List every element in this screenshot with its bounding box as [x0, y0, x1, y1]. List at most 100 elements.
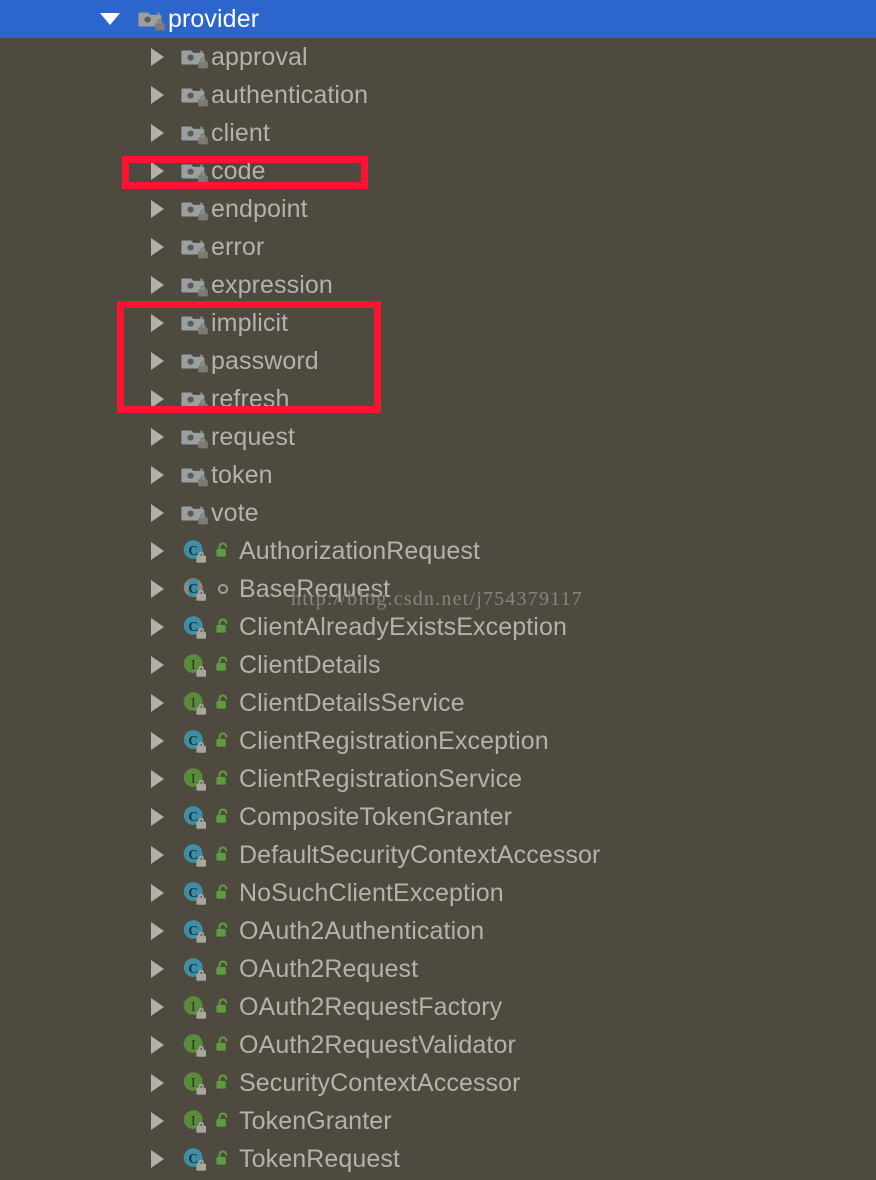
chevron-right-icon[interactable]: [145, 494, 171, 532]
tree-row[interactable]: I SecurityContextAccessor: [0, 1064, 876, 1102]
public-unlock-icon: [213, 616, 235, 638]
tree-row-label: TokenRequest: [239, 1145, 401, 1173]
tree-row-label: expression: [211, 271, 333, 299]
public-unlock-icon: [213, 1072, 235, 1094]
chevron-right-icon[interactable]: [145, 304, 171, 342]
tree-row[interactable]: C OAuth2Request: [0, 950, 876, 988]
interface-icon: I: [181, 1031, 209, 1059]
tree-row[interactable]: C AuthorizationRequest: [0, 532, 876, 570]
public-unlock-icon: [213, 920, 235, 942]
chevron-down-icon[interactable]: [98, 0, 124, 38]
chevron-right-icon[interactable]: [145, 76, 171, 114]
tree-row[interactable]: refresh: [0, 380, 876, 418]
tree-row[interactable]: I ClientDetails: [0, 646, 876, 684]
svg-text:C: C: [188, 961, 198, 976]
svg-text:C: C: [188, 1151, 198, 1166]
tree-row-label: ClientRegistrationException: [239, 727, 549, 755]
tree-row-label: AuthorizationRequest: [239, 537, 481, 565]
class-icon: C: [181, 803, 209, 831]
tree-row[interactable]: C ClientRegistrationException: [0, 722, 876, 760]
tree-row[interactable]: provider: [0, 0, 876, 38]
package-folder-icon: [181, 81, 209, 109]
tree-row[interactable]: I OAuth2RequestFactory: [0, 988, 876, 1026]
tree-row-label: OAuth2Request: [239, 955, 419, 983]
chevron-right-icon[interactable]: [145, 418, 171, 456]
tree-row-label: refresh: [211, 385, 290, 413]
chevron-right-icon[interactable]: [145, 570, 171, 608]
class-icon: C: [181, 537, 209, 565]
class-icon: C: [181, 613, 209, 641]
tree-row[interactable]: password: [0, 342, 876, 380]
tree-row-label: approval: [211, 43, 308, 71]
tree-row[interactable]: C OAuth2Authentication: [0, 912, 876, 950]
tree-row[interactable]: I OAuth2RequestValidator: [0, 1026, 876, 1064]
chevron-right-icon[interactable]: [145, 342, 171, 380]
tree-row[interactable]: C TokenRequest: [0, 1140, 876, 1178]
chevron-right-icon[interactable]: [145, 38, 171, 76]
chevron-right-icon[interactable]: [145, 608, 171, 646]
chevron-right-icon[interactable]: [145, 1102, 171, 1140]
tree-row-label: authentication: [211, 81, 369, 109]
chevron-right-icon[interactable]: [145, 1026, 171, 1064]
chevron-right-icon[interactable]: [145, 684, 171, 722]
package-folder-icon: [181, 385, 209, 413]
chevron-right-icon[interactable]: [145, 114, 171, 152]
tree-row[interactable]: code: [0, 152, 876, 190]
public-unlock-icon: [213, 1110, 235, 1132]
chevron-right-icon[interactable]: [145, 798, 171, 836]
interface-icon: I: [181, 993, 209, 1021]
tree-row-label: request: [211, 423, 296, 451]
svg-text:C: C: [188, 581, 198, 596]
tree-row-label: ClientDetails: [239, 651, 381, 679]
chevron-right-icon[interactable]: [145, 722, 171, 760]
chevron-right-icon[interactable]: [145, 380, 171, 418]
package-folder-icon: [181, 119, 209, 147]
tree-row[interactable]: I ClientRegistrationService: [0, 760, 876, 798]
chevron-right-icon[interactable]: [145, 874, 171, 912]
tree-row[interactable]: I ClientDetailsService: [0, 684, 876, 722]
package-folder-icon: [181, 271, 209, 299]
svg-text:I: I: [191, 1113, 196, 1128]
tree-row[interactable]: C ClientAlreadyExistsException: [0, 608, 876, 646]
tree-row[interactable]: vote: [0, 494, 876, 532]
chevron-right-icon[interactable]: [145, 152, 171, 190]
public-unlock-icon: [213, 1034, 235, 1056]
tree-row[interactable]: error: [0, 228, 876, 266]
tree-row[interactable]: authentication: [0, 76, 876, 114]
chevron-right-icon[interactable]: [145, 1064, 171, 1102]
chevron-right-icon[interactable]: [145, 456, 171, 494]
chevron-right-icon[interactable]: [145, 228, 171, 266]
chevron-right-icon[interactable]: [145, 950, 171, 988]
tree-row[interactable]: request: [0, 418, 876, 456]
package-folder-icon: [181, 233, 209, 261]
tree-row[interactable]: approval: [0, 38, 876, 76]
public-unlock-icon: [213, 654, 235, 676]
tree-row[interactable]: C NoSuchClientException: [0, 874, 876, 912]
chevron-right-icon[interactable]: [145, 836, 171, 874]
abstract-class-icon: C: [181, 575, 209, 603]
chevron-right-icon[interactable]: [145, 912, 171, 950]
tree-row[interactable]: token: [0, 456, 876, 494]
svg-text:I: I: [191, 771, 196, 786]
tree-row-label: OAuth2Authentication: [239, 917, 485, 945]
chevron-right-icon[interactable]: [145, 1140, 171, 1178]
chevron-right-icon[interactable]: [145, 532, 171, 570]
chevron-right-icon[interactable]: [145, 266, 171, 304]
tree-row-label: OAuth2RequestValidator: [239, 1031, 516, 1059]
tree-row[interactable]: C CompositeTokenGranter: [0, 798, 876, 836]
tree-row[interactable]: implicit: [0, 304, 876, 342]
chevron-right-icon[interactable]: [145, 190, 171, 228]
chevron-right-icon[interactable]: [145, 988, 171, 1026]
tree-row[interactable]: expression: [0, 266, 876, 304]
svg-text:I: I: [191, 1037, 196, 1052]
tree-row[interactable]: endpoint: [0, 190, 876, 228]
tree-row[interactable]: C DefaultSecurityContextAccessor: [0, 836, 876, 874]
chevron-right-icon[interactable]: [145, 760, 171, 798]
public-unlock-icon: [213, 882, 235, 904]
svg-text:I: I: [191, 999, 196, 1014]
tree-row[interactable]: I TokenGranter: [0, 1102, 876, 1140]
chevron-right-icon[interactable]: [145, 646, 171, 684]
tree-row-label: provider: [168, 5, 260, 33]
tree-row[interactable]: client: [0, 114, 876, 152]
tree-row-label: CompositeTokenGranter: [239, 803, 513, 831]
